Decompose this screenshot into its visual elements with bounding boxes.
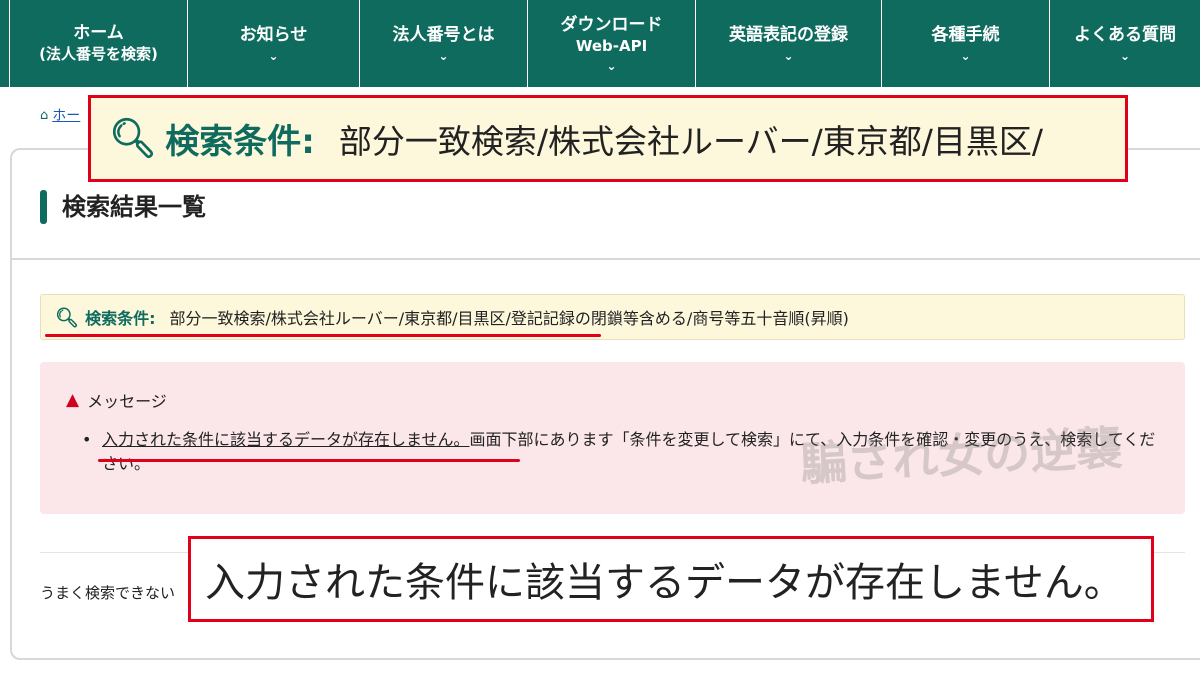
hint-text: うまく検索できない (40, 584, 176, 602)
chevron-down-icon: ⌄ (1119, 49, 1131, 63)
zoom-callout-condition: 🔍︎ 検索条件: 部分一致検索/株式会社ルーバー/東京都/目黒区/ (88, 95, 1128, 182)
title-accent-bar (40, 190, 47, 224)
nav-item-news[interactable]: お知らせ ⌄ (187, 0, 359, 87)
nav-item-procedures[interactable]: 各種手続 ⌄ (881, 0, 1049, 87)
nav-item-label: ホーム (73, 23, 124, 43)
page-title: 検索結果一覧 (62, 193, 206, 221)
annotation-underline (45, 334, 601, 337)
chevron-down-icon: ⌄ (783, 49, 794, 63)
nav-item-english[interactable]: 英語表記の登録 ⌄ (695, 0, 881, 87)
nav-item-sub: (法人番号を検索) (39, 45, 158, 63)
bullet: • (82, 430, 92, 449)
zoom-message-text: 入力された条件に該当するデータが存在しません。 (205, 560, 1124, 606)
message-heading: ▲ メッセージ (66, 388, 167, 412)
home-icon: ⌂ (40, 107, 49, 123)
search-icon: 🔍︎ (55, 306, 80, 329)
chevron-down-icon: ⌄ (268, 49, 279, 63)
nav-item-label: ダウンロード (560, 15, 663, 35)
search-icon: 🔍︎ (109, 116, 158, 160)
nav-item-about[interactable]: 法人番号とは ⌄ (359, 0, 527, 87)
nav-item-home[interactable]: ホーム (法人番号を検索) (9, 0, 187, 87)
search-condition-value: 部分一致検索/株式会社ルーバー/東京都/目黒区/登記記録の閉鎖等含める/商号等五… (169, 309, 849, 328)
annotation-underline (98, 459, 520, 462)
zoom-callout-message: 入力された条件に該当するデータが存在しません。 (188, 536, 1154, 622)
breadcrumb-home-link[interactable]: ホー (52, 105, 80, 125)
global-nav: ホーム (法人番号を検索) お知らせ ⌄ 法人番号とは ⌄ ダウンロード Web… (0, 0, 1200, 87)
zoom-condition-label: 検索条件: (165, 122, 315, 162)
message-highlight: 入力された条件に該当するデータが存在しません。 (102, 430, 470, 449)
nav-item-label: 各種手続 (931, 25, 1000, 45)
nav-item-sub: Web-API (575, 37, 648, 55)
nav-item-faq[interactable]: よくある質問 ⌄ (1049, 0, 1200, 87)
nav-item-download[interactable]: ダウンロード Web-API ⌄ (527, 0, 695, 87)
chevron-down-icon: ⌄ (606, 59, 617, 73)
zoom-condition-value: 部分一致検索/株式会社ルーバー/東京都/目黒区/ (338, 121, 1044, 161)
nav-item-label: 法人番号とは (392, 25, 495, 45)
nav-item-label: よくある質問 (1074, 25, 1176, 45)
chevron-down-icon: ⌄ (438, 49, 449, 63)
message-heading-label: メッセージ (87, 392, 167, 411)
warning-icon: ▲ (66, 390, 80, 410)
search-condition-label: 検索条件: (85, 309, 156, 328)
nav-item-label: 英語表記の登録 (729, 25, 848, 45)
breadcrumb: ⌂ ホー (40, 105, 80, 125)
chevron-down-icon: ⌄ (960, 49, 971, 63)
nav-item-label: お知らせ (239, 25, 308, 45)
